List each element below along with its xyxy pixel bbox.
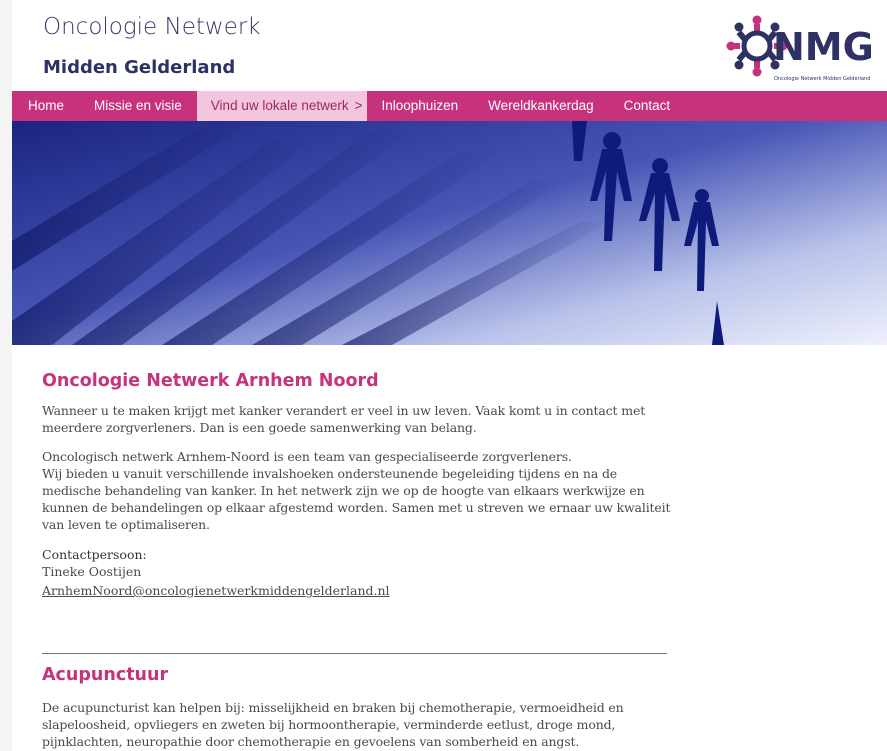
article-paragraph-2-rest: Wij bieden u vanuit verschillende invals… — [42, 466, 671, 532]
nav-wereldkankerdag[interactable]: Wereldkankerdag — [473, 91, 609, 121]
contact-label: Contactpersoon: — [42, 547, 147, 562]
nav-missie-en-visie[interactable]: Missie en visie — [79, 91, 197, 121]
main-navigation: Home Missie en visie Vind uw lokale netw… — [12, 91, 887, 121]
section-divider — [42, 653, 667, 654]
hero-banner — [12, 121, 887, 345]
contact-email-link[interactable]: ArnhemNoord@oncologienetwerkmiddengelder… — [42, 583, 390, 598]
onmg-logo[interactable]: NMG Oncologie Netwerk Midden Gelderland — [717, 8, 887, 88]
site-header: Oncologie Netwerk Midden Gelderland NMG … — [12, 0, 887, 91]
acupunctuur-section: Acupunctuur De acupuncturist kan helpen … — [42, 665, 672, 750]
article-paragraph-2-line-1: Oncologisch netwerk Arnhem-Noord is een … — [42, 449, 572, 464]
logo-letters: NMG — [773, 25, 874, 69]
banner-image — [12, 121, 887, 345]
nav-vind-uw-lokale-netwerk[interactable]: Vind uw lokale netwerk > — [196, 91, 367, 121]
nav-vind-uw-lokale-netwerk-label: Vind uw lokale netwerk — [210, 98, 349, 113]
article-heading: Oncologie Netwerk Arnhem Noord — [42, 371, 379, 391]
site-subtitle[interactable]: Midden Gelderland — [43, 57, 235, 78]
nav-inloophuizen[interactable]: Inloophuizen — [367, 91, 474, 121]
site-title[interactable]: Oncologie Netwerk — [43, 14, 261, 40]
contact-name: Tineke Oostijen — [42, 564, 142, 579]
page: Oncologie Netwerk Midden Gelderland NMG … — [12, 0, 887, 751]
nav-contact[interactable]: Contact — [609, 91, 686, 121]
article-paragraph-2: Oncologisch netwerk Arnhem-Noord is een … — [42, 448, 672, 533]
chevron-right-icon: > — [354, 98, 363, 113]
main-content: Oncologie Netwerk Arnhem Noord Wanneer u… — [42, 345, 672, 749]
nav-home[interactable]: Home — [12, 91, 79, 121]
acupunctuur-paragraph: De acupuncturist kan helpen bij: misseli… — [42, 700, 624, 749]
section-heading-acupunctuur: Acupunctuur — [42, 665, 169, 685]
logo-caption: Oncologie Netwerk Midden Gelderland — [774, 76, 870, 82]
article-paragraph-1: Wanneer u te maken krijgt met kanker ver… — [42, 403, 646, 435]
